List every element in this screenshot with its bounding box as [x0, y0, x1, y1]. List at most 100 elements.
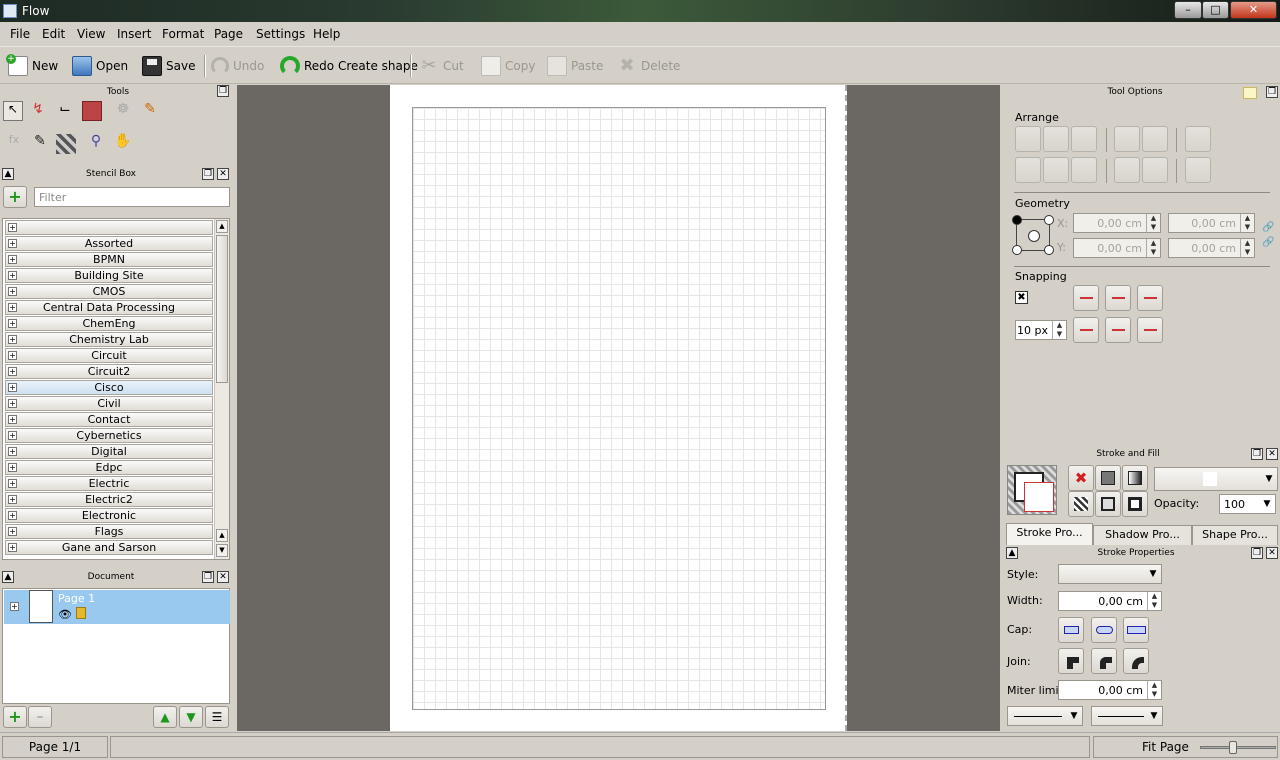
- align-middle-icon[interactable]: [1043, 157, 1069, 183]
- stencil-category-row[interactable]: + ChemEng: [5, 316, 213, 331]
- expand-plus-icon[interactable]: +: [10, 602, 19, 611]
- height-field[interactable]: 0,00 cm ▲ ▼: [1168, 238, 1255, 258]
- select-tool-icon[interactable]: ↖: [3, 101, 23, 121]
- float-dock-icon[interactable]: ❐: [217, 85, 229, 97]
- spin-arrows-icon[interactable]: ▲ ▼: [1147, 681, 1161, 699]
- stencil-category-row[interactable]: + Central Data Processing: [5, 300, 213, 315]
- ungroup-icon[interactable]: [1185, 157, 1211, 183]
- stencil-category-row[interactable]: + Edpc: [5, 460, 213, 475]
- text-tool-icon[interactable]: [82, 101, 102, 121]
- menu-format[interactable]: Format: [162, 27, 204, 41]
- eraser-tool-icon[interactable]: ✎: [30, 133, 50, 153]
- stencil-category-row[interactable]: + BPMN: [5, 252, 213, 267]
- menu-file[interactable]: File: [10, 27, 30, 41]
- delete-button[interactable]: ✖ Delete: [617, 53, 680, 79]
- expand-plus-icon[interactable]: +: [8, 351, 17, 360]
- expand-plus-icon[interactable]: +: [8, 367, 17, 376]
- lock-icon[interactable]: [76, 607, 86, 619]
- zoom-slider[interactable]: [1200, 741, 1276, 754]
- x-position-field[interactable]: 0,00 cm ▲ ▼: [1073, 213, 1161, 233]
- menu-insert[interactable]: Insert: [117, 27, 151, 41]
- expand-plus-icon[interactable]: +: [8, 527, 17, 536]
- expand-plus-icon[interactable]: +: [8, 415, 17, 424]
- add-page-button[interactable]: +: [3, 706, 27, 728]
- spin-arrows-icon[interactable]: ▲ ▼: [1240, 239, 1254, 257]
- expand-plus-icon[interactable]: +: [8, 479, 17, 488]
- add-stencil-button[interactable]: +: [3, 186, 27, 208]
- scroll-thumb[interactable]: [216, 235, 228, 383]
- pattern-tool-icon[interactable]: [56, 134, 76, 154]
- path-tool-icon[interactable]: ↯: [28, 101, 48, 121]
- stencil-category-row[interactable]: + Cybernetics: [5, 428, 213, 443]
- expand-plus-icon[interactable]: +: [8, 303, 17, 312]
- cap-round-button[interactable]: [1091, 617, 1117, 643]
- expand-plus-icon[interactable]: +: [8, 271, 17, 280]
- tab-shape-properties[interactable]: Shape Pro...: [1192, 525, 1278, 545]
- scroll-down-icon[interactable]: ▼: [216, 544, 228, 557]
- chain-link-icon[interactable]: 🔗: [1262, 237, 1274, 248]
- remove-page-button[interactable]: –: [28, 706, 52, 728]
- stencil-category-row[interactable]: + Electric: [5, 476, 213, 491]
- dropdown-arrow-icon[interactable]: ▼: [1146, 707, 1162, 725]
- stencil-category-row[interactable]: + Circuit2: [5, 364, 213, 379]
- menu-settings[interactable]: Settings: [256, 27, 305, 41]
- spin-arrows-icon[interactable]: ▲ ▼: [1052, 321, 1066, 339]
- raise-icon[interactable]: [1142, 126, 1168, 152]
- stencil-category-row[interactable]: + Civil: [5, 396, 213, 411]
- scroll-up-icon[interactable]: ▲: [216, 220, 228, 233]
- stencil-category-row[interactable]: + Electric2: [5, 492, 213, 507]
- menu-page[interactable]: Page: [214, 27, 243, 41]
- join-round-button[interactable]: [1091, 648, 1117, 674]
- expand-plus-icon[interactable]: +: [8, 543, 17, 552]
- align-top-icon[interactable]: [1015, 157, 1041, 183]
- dropdown-arrow-icon[interactable]: ▼: [1066, 707, 1082, 725]
- stroke-color-button[interactable]: [1122, 491, 1148, 517]
- stroke-solid-button[interactable]: [1095, 491, 1121, 517]
- cut-button[interactable]: ✂ Cut: [419, 53, 463, 79]
- expand-plus-icon[interactable]: +: [8, 447, 17, 456]
- snapping-checkbox[interactable]: ✖: [1015, 291, 1028, 304]
- snap-guide-icon[interactable]: [1137, 317, 1163, 343]
- open-button[interactable]: Open: [72, 53, 128, 79]
- anchor-point-icon[interactable]: [1012, 215, 1054, 255]
- expand-plus-icon[interactable]: +: [8, 223, 17, 232]
- snap-intersection-icon[interactable]: [1105, 317, 1131, 343]
- join-miter-button[interactable]: [1058, 648, 1084, 674]
- copy-button[interactable]: Copy: [481, 53, 535, 79]
- stencil-category-row[interactable]: + Flags: [5, 524, 213, 539]
- align-bottom-icon[interactable]: [1071, 157, 1097, 183]
- stencil-category-row[interactable]: + Circuit: [5, 348, 213, 363]
- stencil-category-row[interactable]: + Digital: [5, 444, 213, 459]
- snap-distance-field[interactable]: 10 px ▲ ▼: [1015, 320, 1067, 340]
- stencil-category-row[interactable]: + Electronic: [5, 508, 213, 523]
- redo-button[interactable]: Redo Create shape: [280, 53, 418, 79]
- dropdown-arrow-icon[interactable]: ▼: [1261, 468, 1277, 490]
- stencil-category-row[interactable]: + CMOS: [5, 284, 213, 299]
- close-button[interactable]: ✕: [1230, 1, 1277, 19]
- visible-eye-icon[interactable]: 👁: [58, 608, 72, 621]
- chain-link-icon[interactable]: 🔗: [1262, 222, 1274, 233]
- no-fill-button[interactable]: ✖: [1068, 465, 1094, 491]
- page-row[interactable]: + Page 1 👁: [4, 590, 230, 624]
- expand-plus-icon[interactable]: +: [8, 287, 17, 296]
- pan-hand-icon[interactable]: ✋: [113, 133, 133, 153]
- stencil-category-row[interactable]: +: [5, 220, 213, 235]
- cap-square-button[interactable]: [1123, 617, 1149, 643]
- group-icon[interactable]: [1185, 126, 1211, 152]
- cap-flat-button[interactable]: [1058, 617, 1084, 643]
- miter-limit-field[interactable]: 0,00 cm ▲ ▼: [1058, 680, 1162, 700]
- color-picker-combo[interactable]: ▼: [1154, 467, 1278, 491]
- close-dock-icon[interactable]: ✕: [217, 571, 229, 583]
- tab-stroke-properties[interactable]: Stroke Pro...: [1006, 523, 1093, 545]
- connector-tool-icon[interactable]: ⌙: [55, 101, 75, 121]
- stencil-category-row[interactable]: + Cisco: [5, 380, 213, 395]
- pattern-fill-button[interactable]: [1068, 491, 1094, 517]
- width-field[interactable]: 0,00 cm ▲ ▼: [1168, 213, 1255, 233]
- expand-plus-icon[interactable]: +: [8, 335, 17, 344]
- send-back-icon[interactable]: [1114, 157, 1140, 183]
- align-center-icon[interactable]: [1043, 126, 1069, 152]
- end-marker-combo[interactable]: ▼: [1091, 706, 1163, 726]
- stencil-category-row[interactable]: + Gane and Sarson: [5, 540, 213, 555]
- close-dock-icon[interactable]: ✕: [1266, 547, 1278, 559]
- stencil-category-row[interactable]: + Building Site: [5, 268, 213, 283]
